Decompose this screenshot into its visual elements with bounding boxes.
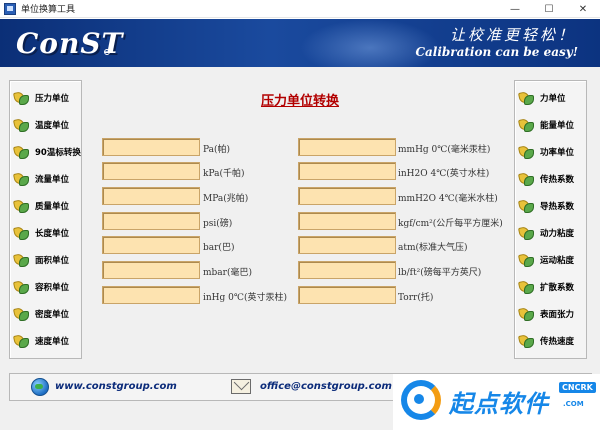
left-category-panel: 压力单位 温度单位 90温标转换 流量单位 质量单位 长度单位 面积单位 容积单…: [9, 80, 82, 359]
watermark: 起点软件 CNCRK .COM: [393, 374, 600, 430]
sidebar-item-thermal-conductivity[interactable]: 导热系数: [517, 196, 584, 216]
bar-label: bar(巴): [203, 243, 235, 253]
mmhg-label: mmHg 0℃(毫米汞柱): [398, 145, 491, 155]
unit-category-icon: [12, 117, 31, 133]
window-controls: — ☐ ✕: [498, 0, 600, 18]
atm-input[interactable]: [298, 236, 396, 254]
sidebar-item-velocity[interactable]: 速度单位: [12, 331, 79, 351]
inh2o-label: inH2O 4℃(英寸水柱): [398, 169, 490, 179]
mail-icon: [231, 379, 251, 394]
mbar-label: mbar(毫巴): [203, 268, 252, 278]
mpa-input[interactable]: [102, 187, 200, 205]
unit-category-icon: [517, 171, 536, 187]
registered-mark-icon: [104, 49, 110, 55]
sidebar-item-length[interactable]: 长度单位: [12, 223, 79, 243]
psi-input[interactable]: [102, 212, 200, 230]
kgfcm2-label: kgf/cm²(公斤每平方厘米): [398, 219, 503, 229]
unit-category-icon: [517, 225, 536, 241]
sidebar-item-volume[interactable]: 容积单位: [12, 277, 79, 297]
inhg-input[interactable]: [102, 286, 200, 304]
sidebar-item-diffusion-coefficient[interactable]: 扩散系数: [517, 277, 584, 297]
page-title: 压力单位转换: [260, 94, 339, 109]
sidebar-item-density[interactable]: 密度单位: [12, 304, 79, 324]
mbar-input[interactable]: [102, 261, 200, 279]
mmh2o-label: mmH2O 4℃(毫米水柱): [398, 194, 498, 204]
slogan-english: Calibration can be easy!: [415, 45, 578, 59]
mmh2o-input[interactable]: [298, 187, 396, 205]
unit-category-icon: [517, 117, 536, 133]
sidebar-item-heat-transfer-rate[interactable]: 传热速度: [517, 331, 584, 351]
window-title: 单位换算工具: [21, 5, 76, 15]
unit-category-icon: [12, 144, 31, 160]
atm-label: atm(标准大气压): [398, 243, 468, 253]
unit-category-icon: [12, 171, 31, 187]
globe-icon: [31, 378, 49, 396]
inh2o-input[interactable]: [298, 162, 396, 180]
lbft2-label: lb/ft²(磅每平方英尺): [398, 268, 482, 278]
sidebar-item-energy[interactable]: 能量单位: [517, 115, 584, 135]
mmhg-input[interactable]: [298, 138, 396, 156]
sidebar-item-dynamic-viscosity[interactable]: 动力粘度: [517, 223, 584, 243]
mpa-label: MPa(兆帕): [203, 194, 249, 204]
header-banner: ConST 让校准更轻松！ Calibration can be easy!: [0, 19, 600, 67]
sidebar-item-mass[interactable]: 质量单位: [12, 196, 79, 216]
unit-category-icon: [517, 144, 536, 160]
app-icon: [4, 2, 16, 15]
unit-category-icon: [12, 306, 31, 322]
lbft2-input[interactable]: [298, 261, 396, 279]
pa-input[interactable]: [102, 138, 200, 156]
unit-category-icon: [12, 252, 31, 268]
slogan-chinese: 让校准更轻松！: [449, 26, 576, 44]
unit-category-icon: [517, 252, 536, 268]
banner-decoration: [300, 19, 440, 67]
maximize-button[interactable]: ☐: [532, 0, 566, 18]
torr-input[interactable]: [298, 286, 396, 304]
unit-category-icon: [12, 198, 31, 214]
sidebar-item-temperature[interactable]: 温度单位: [12, 115, 79, 135]
sidebar-item-heat-transfer-coefficient[interactable]: 传热系数: [517, 169, 584, 189]
inhg-label: inHg 0℃(英寸汞柱): [203, 293, 287, 303]
sidebar-item-flow[interactable]: 流量单位: [12, 169, 79, 189]
unit-category-icon: [517, 198, 536, 214]
pa-label: Pa(帕): [203, 145, 231, 155]
watermark-logo-icon: [401, 380, 441, 420]
minimize-button[interactable]: —: [498, 0, 532, 18]
watermark-tag: CNCRK: [559, 382, 596, 393]
main-panel: 压力单位 温度单位 90温标转换 流量单位 质量单位 长度单位 面积单位 容积单…: [0, 67, 600, 369]
bar-input[interactable]: [102, 236, 200, 254]
psi-label: psi(磅): [203, 219, 233, 229]
unit-category-icon: [12, 333, 31, 349]
sidebar-item-surface-tension[interactable]: 表面张力: [517, 304, 584, 324]
unit-category-icon: [517, 333, 536, 349]
watermark-domain: .COM: [563, 400, 584, 408]
kpa-label: kPa(千帕): [203, 169, 245, 179]
unit-category-icon: [517, 306, 536, 322]
sidebar-item-power[interactable]: 功率单位: [517, 142, 584, 162]
right-category-panel: 力单位 能量单位 功率单位 传热系数 导热系数 动力粘度 运动粘度 扩散系数 表…: [514, 80, 587, 359]
unit-category-icon: [517, 279, 536, 295]
watermark-text: 起点软件: [449, 390, 549, 418]
unit-category-icon: [517, 90, 536, 106]
title-bar: 单位换算工具 — ☐ ✕: [0, 0, 600, 18]
sidebar-item-kinematic-viscosity[interactable]: 运动粘度: [517, 250, 584, 270]
sidebar-item-force[interactable]: 力单位: [517, 88, 584, 108]
torr-label: Torr(托): [398, 293, 434, 303]
sidebar-item-area[interactable]: 面积单位: [12, 250, 79, 270]
const-logo: ConST: [16, 27, 124, 60]
website-link[interactable]: www.constgroup.com: [55, 381, 177, 392]
kpa-input[interactable]: [102, 162, 200, 180]
sidebar-item-its90[interactable]: 90温标转换: [12, 142, 81, 162]
email-link[interactable]: office@constgroup.com: [260, 381, 392, 392]
unit-category-icon: [12, 225, 31, 241]
unit-category-icon: [12, 279, 31, 295]
kgfcm2-input[interactable]: [298, 212, 396, 230]
close-button[interactable]: ✕: [566, 0, 600, 18]
